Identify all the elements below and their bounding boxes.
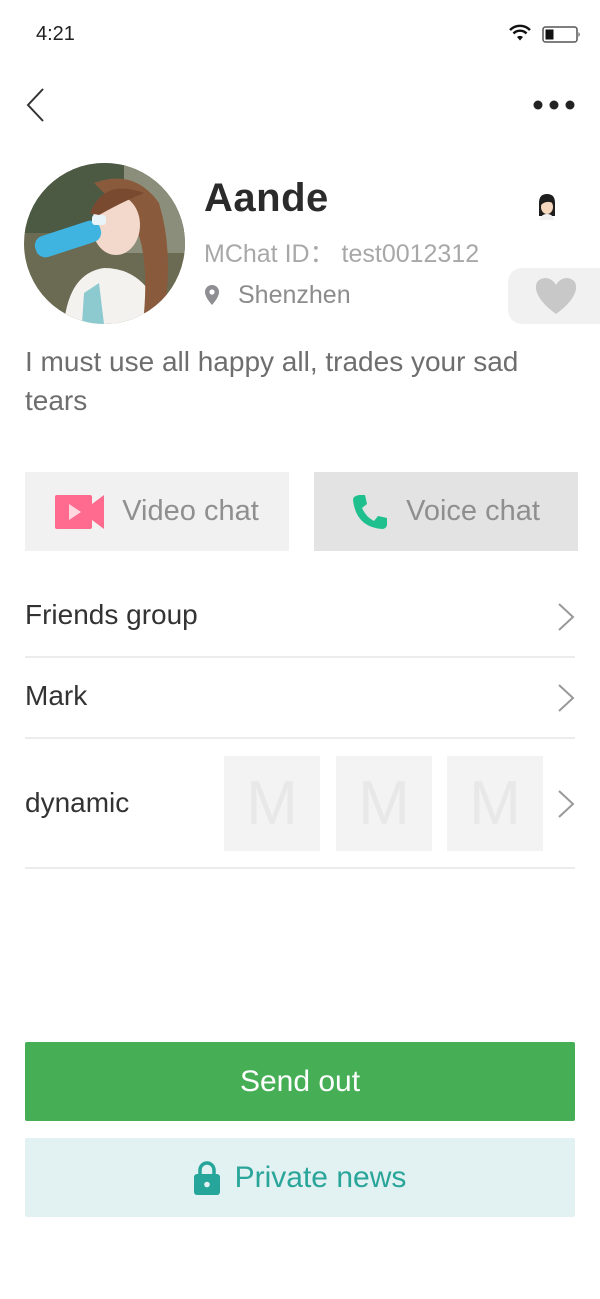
dynamic-label: dynamic [25, 787, 130, 818]
phone-icon [353, 494, 388, 529]
signature: I must use all happy all, trades your sa… [25, 346, 519, 416]
mchat-id: MChat ID： test0012312 [204, 240, 480, 268]
back-button[interactable] [22, 85, 52, 125]
location: Shenzhen [204, 280, 351, 310]
video-chat-label: Video chat [122, 495, 259, 527]
voice-chat-button[interactable]: Voice chat [314, 472, 578, 551]
dynamic-thumbnail[interactable]: M [447, 756, 543, 851]
dynamic-row[interactable]: dynamic M M M [25, 739, 575, 869]
status-bar: 4:21 [0, 0, 600, 70]
like-button[interactable] [508, 268, 600, 324]
battery-icon [542, 26, 580, 43]
nav-bar [0, 75, 600, 135]
chevron-right-icon [558, 603, 575, 631]
friends-group-label: Friends group [25, 599, 198, 630]
video-chat-button[interactable]: Video chat [25, 472, 289, 551]
video-camera-icon [55, 494, 105, 529]
avatar[interactable] [24, 163, 185, 324]
location-text: Shenzhen [238, 280, 351, 309]
heart-icon [535, 278, 577, 314]
wifi-icon [509, 24, 531, 41]
private-news-label: Private news [234, 1160, 407, 1194]
more-horizontal-icon [533, 100, 575, 110]
lock-icon [193, 1160, 220, 1195]
private-news-button[interactable]: Private news [25, 1138, 575, 1217]
chevron-right-icon [558, 684, 575, 712]
send-out-button[interactable]: Send out [25, 1042, 575, 1121]
dynamic-thumbnail[interactable]: M [336, 756, 432, 851]
mark-label: Mark [25, 680, 88, 711]
friends-group-row[interactable]: Friends group [25, 578, 575, 658]
female-avatar-icon [539, 194, 555, 220]
profile-name: Aande [204, 176, 329, 220]
more-button[interactable] [530, 97, 578, 113]
voice-chat-label: Voice chat [406, 495, 540, 527]
chevron-left-icon [26, 88, 44, 122]
dynamic-thumbnail[interactable]: M [224, 756, 320, 851]
location-pin-icon [205, 285, 219, 305]
mark-row[interactable]: Mark [25, 658, 575, 739]
status-time: 4:21 [36, 23, 75, 45]
chevron-right-icon [558, 790, 575, 818]
